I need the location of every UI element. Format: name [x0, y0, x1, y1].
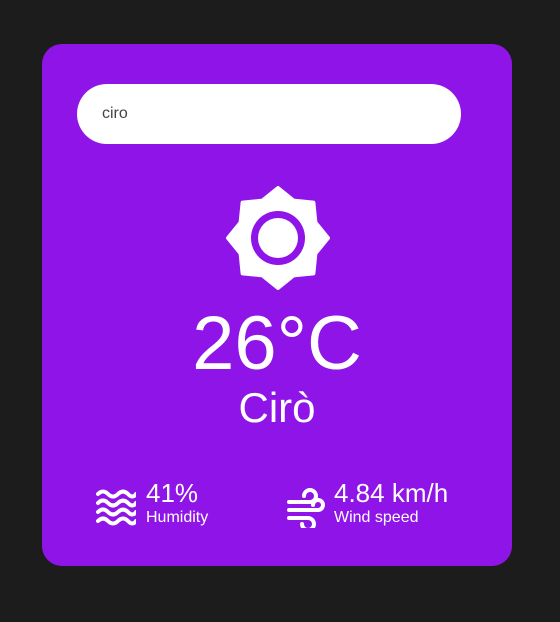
city-name: Cirò: [238, 384, 316, 431]
wind-icon: [287, 488, 325, 528]
city-search-input[interactable]: [77, 84, 461, 144]
wind-speed-value: 4.84 km/h: [334, 478, 449, 508]
weather-card: 26°C Cirò 41% Humidity 4.84 km/h Wind sp…: [42, 44, 512, 566]
humidity-waves-icon: [96, 489, 136, 526]
wind-speed-label: Wind speed: [334, 509, 419, 526]
temperature: 26°C: [192, 301, 362, 386]
humidity-label: Humidity: [146, 509, 209, 526]
humidity-value: 41%: [146, 478, 199, 508]
sun-icon: [226, 186, 330, 290]
